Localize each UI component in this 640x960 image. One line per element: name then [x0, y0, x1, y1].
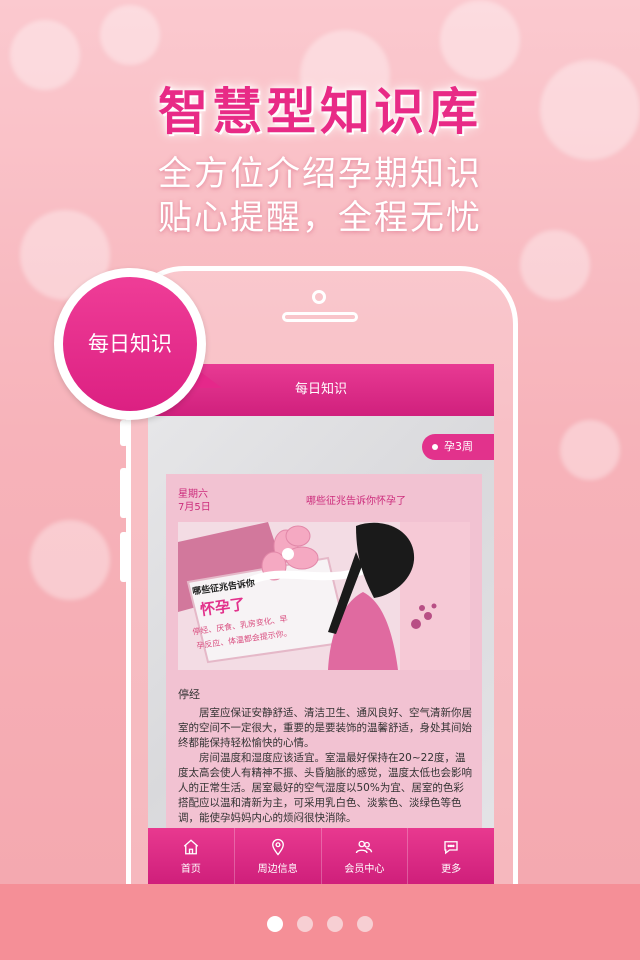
promo-subline-1: 全方位介绍孕期知识 — [158, 154, 482, 194]
callout-label: 每日知识 — [63, 277, 197, 411]
section-title: 停经 — [178, 688, 200, 701]
nav-title: 每日知识 — [294, 382, 347, 397]
bokeh-light — [30, 520, 110, 600]
speaker-grille — [282, 312, 358, 322]
card-weekday: 星期六 — [178, 489, 208, 500]
article-paragraph: 房间温度和湿度应该适宜。室温最好保持在20~22度，温度太高会使人有精神不振、头… — [178, 752, 472, 824]
knowledge-card[interactable]: 星期六 7月5日 哪些征兆告诉你怀孕了 哪些征兆告诉你 怀孕了 停经、厌食、乳房… — [166, 474, 482, 834]
promo-headline: 智慧型知识库 — [158, 83, 482, 141]
tab-more[interactable]: 更多 — [408, 828, 494, 884]
tab-label: 更多 — [441, 863, 462, 875]
phone-side-button — [120, 420, 128, 446]
bokeh-light — [560, 420, 620, 480]
bokeh-light — [440, 0, 520, 80]
promo-subline-2: 贴心提醒，全程无忧 — [158, 198, 482, 238]
tab-label: 周边信息 — [257, 863, 298, 875]
phone-side-button — [120, 468, 128, 518]
bokeh-light — [100, 5, 160, 65]
tab-member-center[interactable]: 会员中心 — [322, 828, 409, 884]
camera-icon — [312, 290, 326, 304]
feature-callout: 每日知识 — [54, 268, 206, 420]
article-body: 居室应保证安静舒适、清洁卫生、通风良好、空气清新你居室的空间不一定很大，重要的是… — [178, 706, 474, 826]
card-title: 哪些征兆告诉你怀孕了 — [306, 496, 406, 507]
page-dot[interactable] — [357, 916, 373, 932]
tab-label: 首页 — [180, 863, 201, 875]
article-illustration: 哪些征兆告诉你 怀孕了 停经、厌食、乳房变化、早 孕反应、体温都会提示你。 — [178, 522, 470, 670]
bokeh-light — [520, 230, 590, 300]
week-badge-label: 孕3周 — [444, 440, 473, 453]
card-day: 7月5日 — [178, 502, 211, 513]
tab-label: 会员中心 — [344, 863, 385, 875]
page-dot[interactable] — [297, 916, 313, 932]
home-icon — [183, 838, 199, 854]
app-screen: 每日知识 孕3周 星期六 7月5日 哪些征兆告诉你怀孕了 哪些征兆告诉你 怀孕了… — [148, 364, 494, 884]
tab-home[interactable]: 首页 — [148, 828, 235, 884]
pregnancy-week-badge[interactable]: 孕3周 — [422, 434, 494, 460]
tab-nearby[interactable]: 周边信息 — [235, 828, 322, 884]
phone-side-button — [120, 532, 128, 582]
card-date: 星期六 7月5日 — [178, 488, 228, 514]
chat-bubble-icon — [444, 840, 458, 854]
location-pin-icon — [271, 838, 284, 856]
page-dot[interactable] — [327, 916, 343, 932]
bottom-tab-bar: 首页 周边信息 会员中心 更多 — [148, 828, 494, 884]
page-indicator — [0, 916, 640, 932]
users-icon — [356, 840, 373, 853]
page-dot-active[interactable] — [267, 916, 283, 932]
article-paragraph: 居室应保证安静舒适、清洁卫生、通风良好、空气清新你居室的空间不一定很大，重要的是… — [178, 707, 472, 749]
